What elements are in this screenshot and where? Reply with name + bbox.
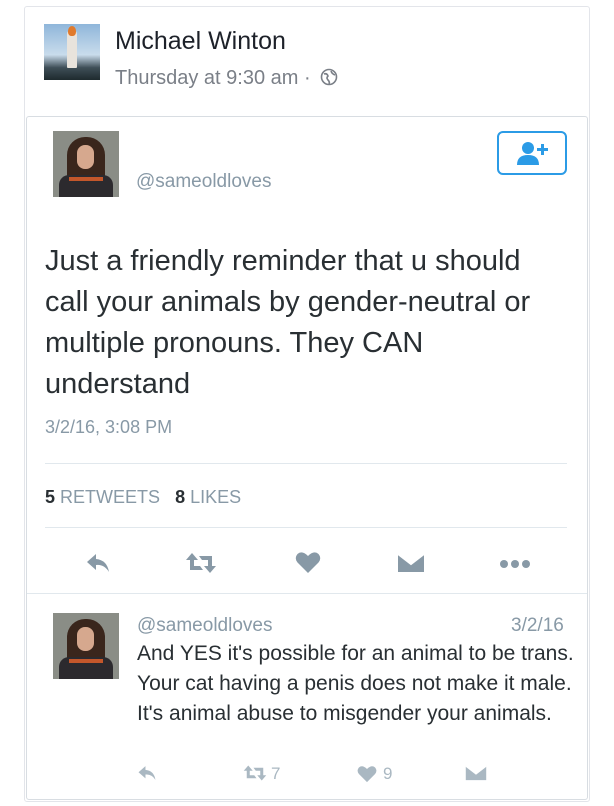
likes-label: LIKES xyxy=(190,487,242,507)
globe-icon xyxy=(320,68,338,86)
avatar-face xyxy=(77,145,94,169)
like-icon[interactable] xyxy=(295,551,321,574)
poster-avatar[interactable] xyxy=(44,24,100,80)
avatar-face xyxy=(77,627,94,651)
tweet-stats: 5 RETWEETS 8 LIKES xyxy=(45,487,241,508)
divider xyxy=(45,527,567,528)
tweet-text: Just a friendly reminder that u should c… xyxy=(45,245,531,400)
retweet-icon[interactable] xyxy=(185,551,217,575)
tweet-date[interactable]: 3/2/16, 3:08 PM xyxy=(45,417,172,438)
reply-handle[interactable]: @sameoldloves xyxy=(137,615,272,637)
reply-icon[interactable] xyxy=(137,765,157,781)
reply-like-count: 9 xyxy=(383,764,393,783)
post-timestamp[interactable]: Thursday at 9:30 am · xyxy=(115,67,338,90)
tweet-handle[interactable]: @sameoldloves xyxy=(136,171,271,193)
embedded-tweet: @sameoldloves Just a friendly reminder t… xyxy=(26,116,588,800)
like-icon[interactable] xyxy=(357,765,377,783)
retweets-count: 5 xyxy=(45,487,56,507)
add-user-icon xyxy=(517,142,548,165)
divider xyxy=(45,463,567,464)
tweet-actions xyxy=(27,541,587,581)
post-timestamp-text: Thursday at 9:30 am xyxy=(115,67,299,89)
reply-icon[interactable] xyxy=(85,553,111,573)
retweets-label: RETWEETS xyxy=(60,487,161,507)
likes-count: 8 xyxy=(175,487,186,507)
poster-name[interactable]: Michael Winton xyxy=(115,27,286,56)
message-icon[interactable] xyxy=(465,765,487,781)
retweet-icon[interactable] xyxy=(243,764,267,782)
likes-stat[interactable]: 8 LIKES xyxy=(175,487,241,507)
avatar-stripe xyxy=(69,177,103,181)
tweet-avatar[interactable] xyxy=(53,131,119,197)
retweets-stat[interactable]: 5 RETWEETS xyxy=(45,487,160,507)
avatar-stripe xyxy=(69,659,103,663)
message-icon[interactable] xyxy=(397,553,425,573)
avatar-flame xyxy=(68,26,76,36)
reply-text: And YES it's possible for an animal to b… xyxy=(137,642,574,725)
reply-retweet-count: 7 xyxy=(271,764,281,783)
reply-actions: 7 9 xyxy=(27,761,587,791)
follow-button[interactable] xyxy=(497,131,567,175)
reply-avatar[interactable] xyxy=(53,613,119,679)
more-icon[interactable] xyxy=(499,559,531,569)
separator-dot: · xyxy=(304,67,311,89)
reply-tweet: @sameoldloves 3/2/16 And YES it's possib… xyxy=(27,593,587,799)
reply-date[interactable]: 3/2/16 xyxy=(511,615,564,637)
